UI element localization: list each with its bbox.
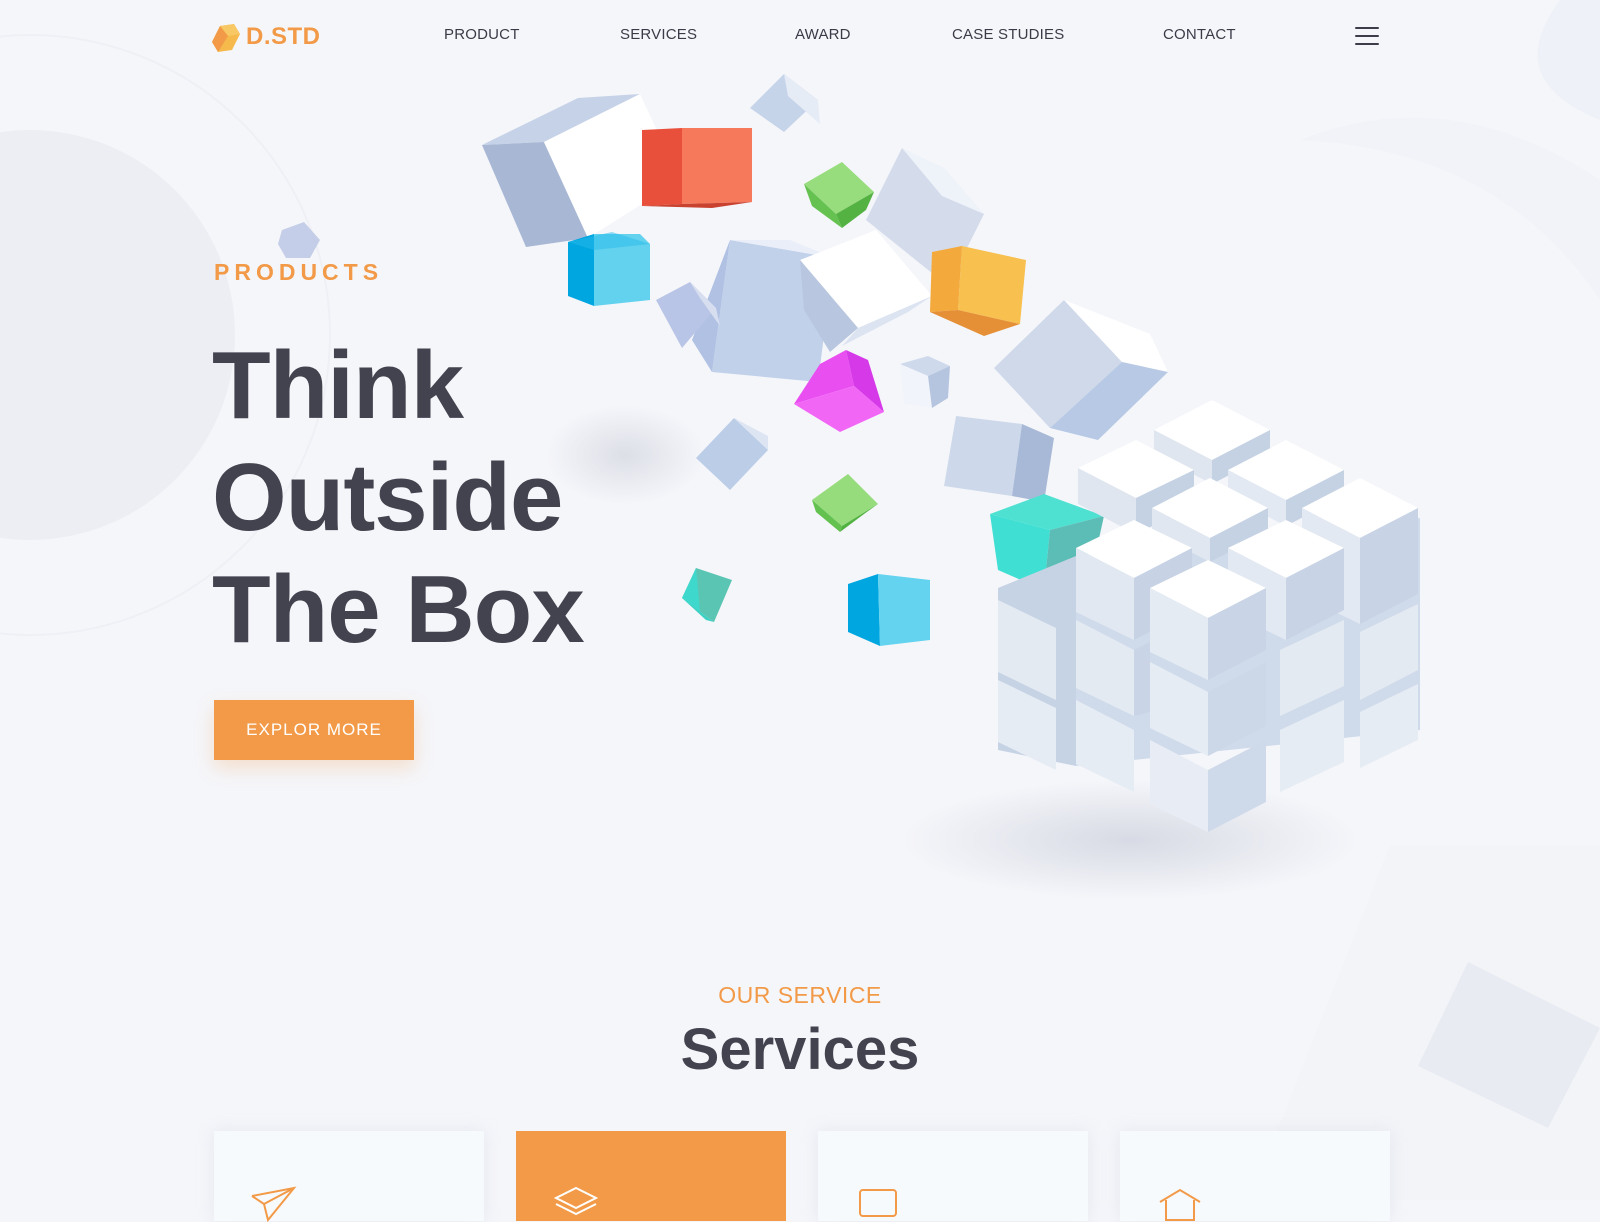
cube-grid-block	[998, 400, 1420, 832]
service-card-3[interactable]	[818, 1131, 1088, 1221]
cube-orange	[930, 246, 1026, 336]
monitor-icon	[859, 1189, 897, 1217]
paper-plane-icon	[251, 1186, 297, 1222]
cube-red	[642, 128, 752, 208]
services-eyebrow: OUR SERVICE	[718, 982, 882, 1008]
cube-flat-light	[944, 416, 1054, 502]
cube-tiny-light	[900, 356, 950, 408]
cube-small-light-3	[696, 418, 768, 490]
explore-more-button[interactable]: EXPLOR MORE	[214, 700, 414, 760]
hero-title: Think Outside The Box	[212, 330, 585, 666]
hero-title-line-2: Outside	[212, 444, 563, 551]
layers-icon	[553, 1186, 599, 1216]
service-card-1[interactable]	[214, 1131, 484, 1222]
services-title: Services	[680, 1017, 920, 1082]
hamburger-menu-icon[interactable]	[1355, 25, 1379, 47]
cube-teal-small	[682, 568, 732, 622]
nav-item-contact[interactable]: CONTACT	[1163, 26, 1236, 43]
hero-title-line-3: The Box	[212, 556, 585, 663]
service-card-2[interactable]	[516, 1131, 786, 1221]
cube-blue-1	[568, 232, 650, 306]
hero-title-line-1: Think	[212, 332, 464, 439]
site-header: D.STD PRODUCT SERVICES AWARD CASE STUDIE…	[0, 0, 1600, 74]
cube-green-2	[812, 474, 878, 532]
hero-eyebrow: PRODUCTS	[214, 259, 384, 285]
cube-blue-2	[848, 574, 930, 646]
nav-item-product[interactable]: PRODUCT	[444, 26, 520, 43]
nav-item-award[interactable]: AWARD	[795, 26, 851, 43]
cube-green-1	[804, 162, 874, 228]
cube-small-light-1	[750, 74, 820, 132]
house-icon	[1159, 1188, 1201, 1221]
nav-item-case-studies[interactable]: CASE STUDIES	[952, 26, 1064, 43]
nav-item-services[interactable]: SERVICES	[620, 26, 697, 43]
service-card-4[interactable]	[1120, 1131, 1390, 1221]
